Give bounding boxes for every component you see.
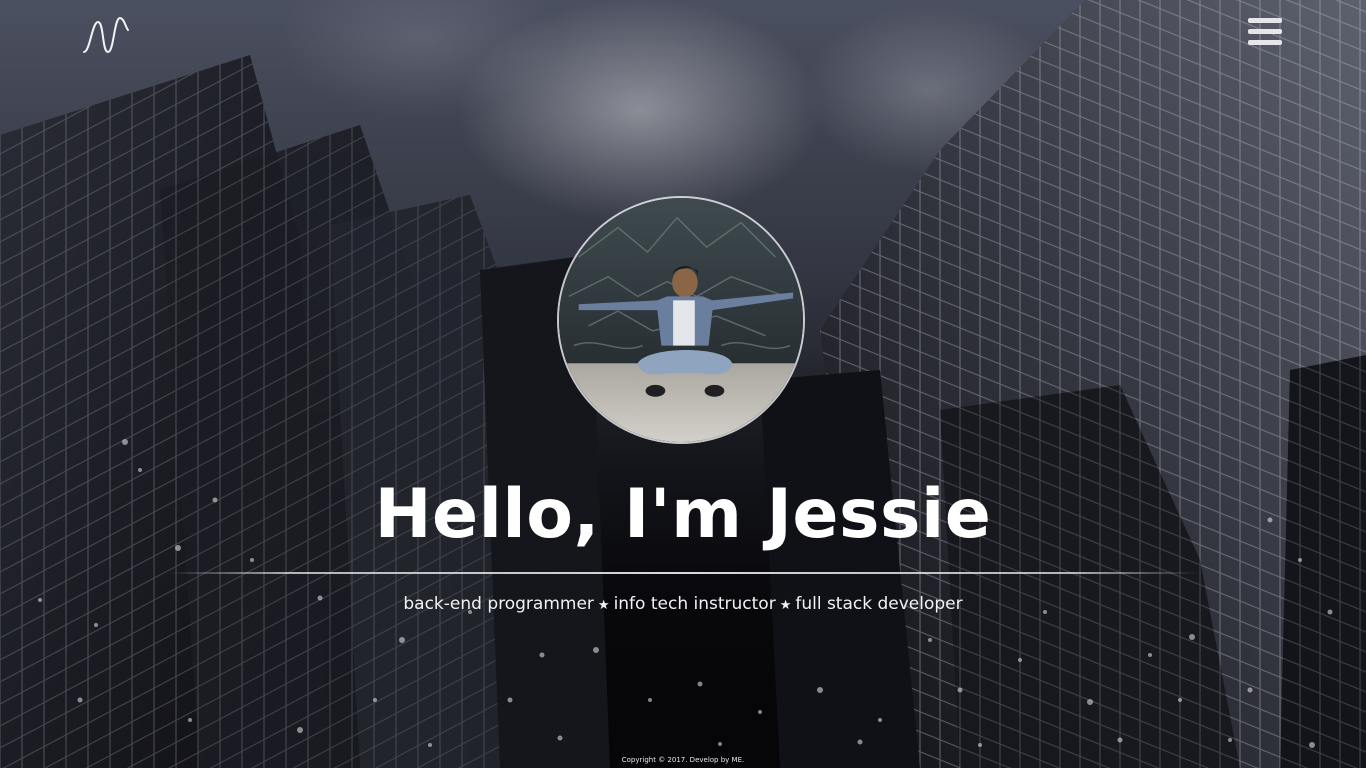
wave-logo-icon <box>83 16 129 54</box>
hero-headline: Hello, I'm Jessie <box>374 475 992 554</box>
roles-subtitle: back-end programmer ★ info tech instructor… <box>0 592 1366 618</box>
star-icon: ★ <box>597 598 610 613</box>
star-icon: ★ <box>779 598 792 613</box>
profile-photo <box>559 198 803 442</box>
role-item: back-end programmer <box>403 594 594 614</box>
role-item: full stack developer <box>795 594 963 614</box>
headline-divider <box>168 572 1198 574</box>
hero-section: Hello, I'm Jessie back-end programmer ★ in… <box>0 0 1366 768</box>
logo[interactable] <box>82 14 130 58</box>
profile-avatar <box>557 196 805 444</box>
menu-button[interactable] <box>1248 18 1282 48</box>
copyright-text: Copyright © 2017. Develop by ME. <box>621 756 745 764</box>
hamburger-menu-icon <box>1248 18 1282 45</box>
role-item: info tech instructor <box>613 594 776 614</box>
